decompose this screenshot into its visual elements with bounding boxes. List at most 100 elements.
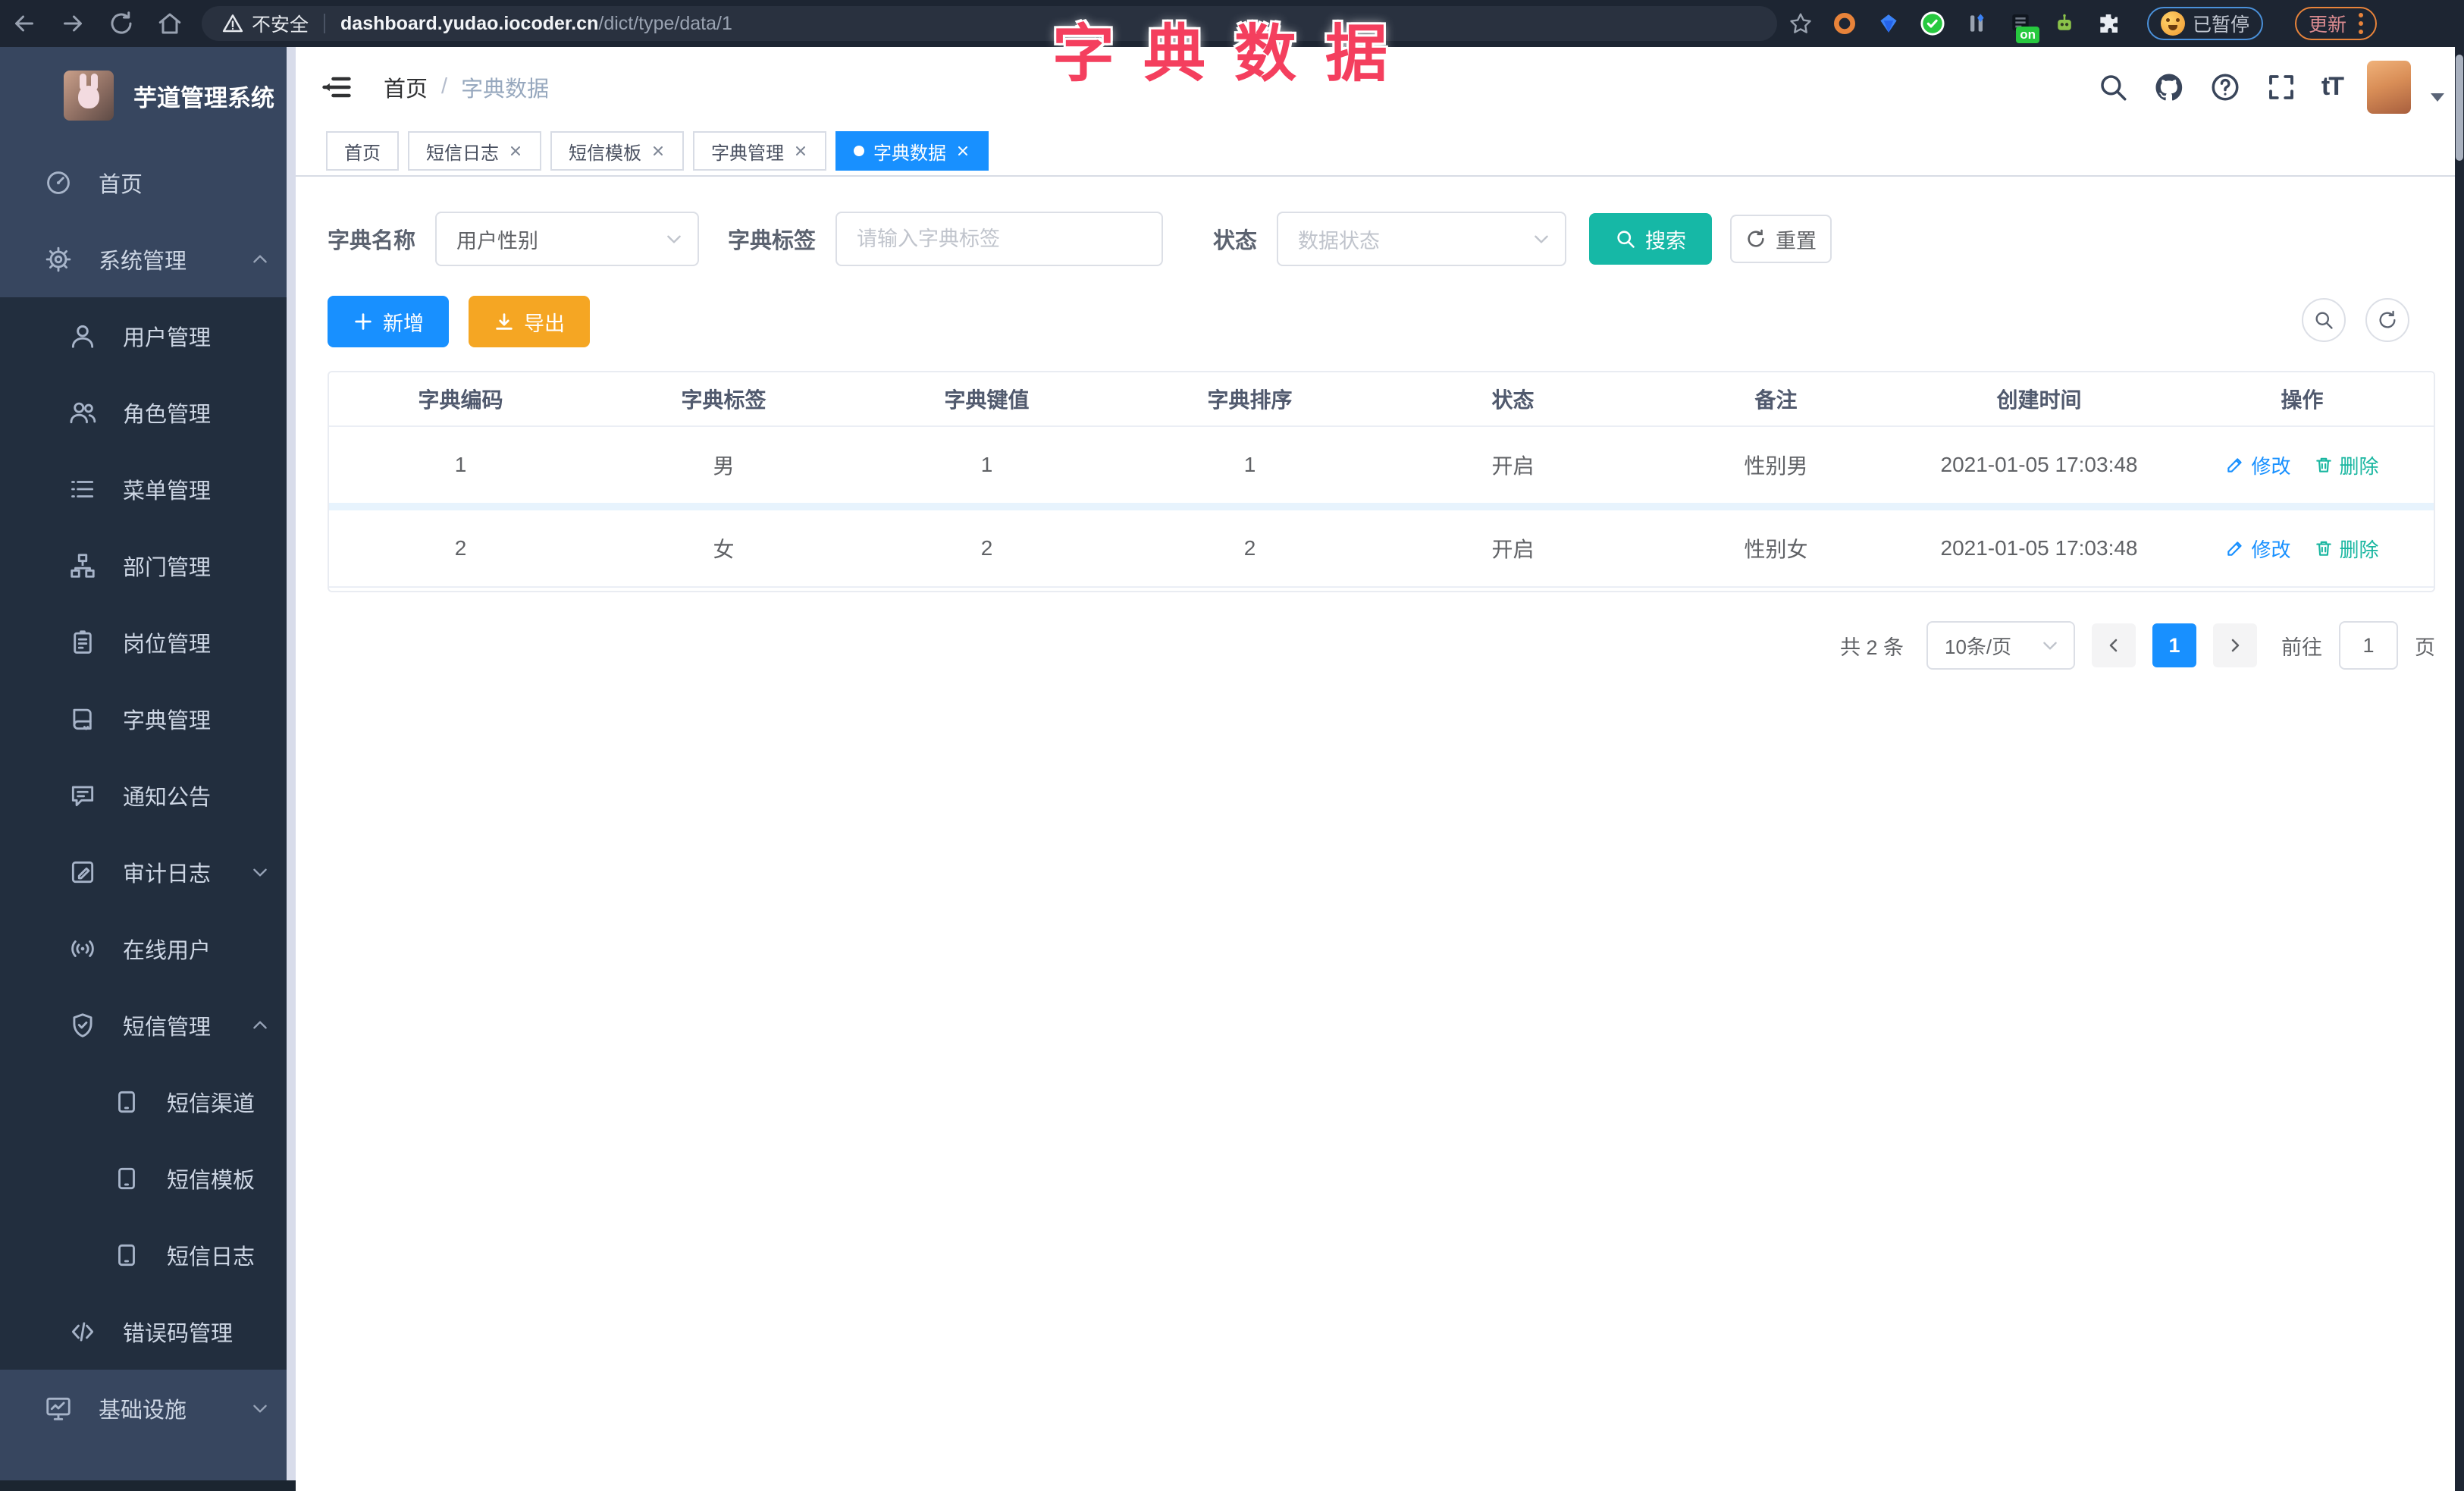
tab-dict-manage[interactable]: 字典管理 [693,131,826,171]
edit-link[interactable]: 修改 [2225,535,2291,563]
sidebar-item-label: 错误码管理 [123,1321,234,1346]
table-toolbar: 新增 导出 [328,296,2434,347]
sidebar-item-label: 部门管理 [123,555,212,580]
sidebar-item-label: 系统管理 [99,249,187,274]
tab-close-icon[interactable] [793,143,808,159]
reset-button[interactable]: 重置 [1730,215,1832,263]
table-bottom-border [329,586,2434,591]
font-size-icon[interactable]: tT [2321,72,2344,102]
sidebar-collapse-icon[interactable] [320,71,353,104]
fullscreen-icon[interactable] [2265,71,2297,103]
bookmark-star-icon[interactable] [1788,11,1814,36]
reload-icon[interactable] [108,10,135,37]
address-bar[interactable]: 不安全 dashboard.yudao.iocoder.cn /dict/typ… [202,6,1777,41]
sidebar-item-menus[interactable]: 菜单管理 [0,450,296,527]
dict-name-select[interactable]: 用户性别 [435,212,700,266]
tab-sms-template[interactable]: 短信模板 [550,131,684,171]
export-button[interactable]: 导出 [469,296,590,347]
sidebar-scrollbar[interactable] [287,47,296,1491]
delete-link[interactable]: 删除 [2314,451,2379,479]
user-menu-caret-icon[interactable] [2431,93,2444,102]
edit-link[interactable]: 修改 [2225,451,2291,479]
cell-tag: 男 [713,454,735,478]
profile-paused-button[interactable]: 已暂停 [2147,7,2264,40]
table-tools [2302,298,2409,342]
home-icon[interactable] [156,10,183,37]
page-size-select[interactable]: 10条/页 [1926,621,2075,670]
tab-dict-data[interactable]: 字典数据 [835,131,989,171]
extension-green-check-icon[interactable] [1920,11,1945,36]
back-icon[interactable] [11,10,38,37]
sidebar-item-notice[interactable]: 通知公告 [0,757,296,833]
sidebar-item-system[interactable]: 系统管理 [0,221,296,297]
not-secure-label: 不安全 [252,14,309,36]
tags-view-bar: 首页 短信日志 短信模板 字典管理 字典数据 [296,127,2464,177]
forward-icon[interactable] [59,10,86,37]
sidebar-item-sms[interactable]: 短信管理 [0,987,296,1063]
tab-close-icon[interactable] [955,143,970,159]
sidebar-item-sms-channel[interactable]: 短信渠道 [0,1063,296,1140]
cell-remark: 性别女 [1744,538,1808,561]
search-icon[interactable] [2097,71,2129,103]
tab-sms-log[interactable]: 短信日志 [408,131,541,171]
tab-close-icon[interactable] [650,143,666,159]
sidebar-menu: 首页 系统管理 用户管理 角色管理 菜单管理 部门管理 岗位管理 字典管理 通知… [0,144,296,1446]
sidebar-item-users[interactable]: 用户管理 [0,297,296,374]
sidebar-item-sms-log[interactable]: 短信日志 [0,1216,296,1293]
cell-create-time: 2021-01-05 17:03:48 [1940,536,2138,560]
page-scrollbar-thumb[interactable] [2456,55,2463,161]
dict-tag-input[interactable] [857,227,1143,251]
page-content: 字典名称 用户性别 字典标签 状态 数据状态 搜索 重置 [296,177,2464,670]
page-number-button[interactable]: 1 [2152,623,2196,667]
sidebar-item-posts[interactable]: 岗位管理 [0,604,296,680]
browser-menu-kebab-icon[interactable] [2359,13,2364,34]
status-select[interactable]: 数据状态 [1277,212,1567,266]
sidebar-item-roles[interactable]: 角色管理 [0,374,296,450]
prev-page-button[interactable] [2092,623,2136,667]
gear-icon [44,245,73,274]
user-avatar[interactable] [2367,60,2411,114]
dict-tag-field[interactable] [835,212,1164,266]
breadcrumb: 首页 / 字典数据 [384,71,549,103]
sidebar-item-infrastructure[interactable]: 基础设施 [0,1370,296,1446]
github-icon[interactable] [2153,71,2185,103]
cell-value: 1 [980,453,993,476]
page-scrollbar[interactable] [2455,47,2464,1491]
sidebar-item-departments[interactable]: 部门管理 [0,527,296,604]
extension-sliders-icon[interactable] [1964,11,1989,36]
sidebar-item-label: 角色管理 [123,402,212,427]
divider [324,14,326,33]
refresh-table-button[interactable] [2365,298,2409,342]
sidebar-item-audit-log[interactable]: 审计日志 [0,833,296,910]
extension-on-badge-icon[interactable]: on [2008,11,2039,43]
goto-page-input[interactable] [2339,621,2398,670]
breadcrumb-home[interactable]: 首页 [384,71,428,103]
on-badge: on [2016,27,2039,43]
column-header: 操作 [2281,388,2324,412]
sidebar-item-dict[interactable]: 字典管理 [0,680,296,757]
cell-sort: 1 [1243,453,1256,476]
extension-robot-icon[interactable] [2052,11,2077,36]
extension-blue-gem-icon[interactable] [1876,11,1901,36]
sidebar-item-error-code[interactable]: 错误码管理 [0,1293,296,1370]
search-button[interactable]: 搜索 [1589,213,1713,265]
hide-search-button[interactable] [2302,298,2346,342]
tab-home[interactable]: 首页 [326,131,399,171]
add-button[interactable]: 新增 [328,296,449,347]
sidebar-item-sms-template[interactable]: 短信模板 [0,1140,296,1216]
sidebar-item-online-users[interactable]: 在线用户 [0,910,296,987]
tab-close-icon[interactable] [508,143,523,159]
status-placeholder: 数据状态 [1298,229,1381,253]
delete-link[interactable]: 删除 [2314,535,2379,563]
column-header: 备注 [1754,388,1798,412]
browser-update-button[interactable]: 更新 [2295,7,2378,40]
dict-data-table: 字典编码 字典标签 字典键值 字典排序 状态 备注 创建时间 操作 1 男 1 … [328,371,2435,592]
sidebar-logo[interactable]: 芋道管理系统 [0,47,296,144]
search-icon [1615,228,1636,250]
extensions-puzzle-icon[interactable] [2096,11,2121,36]
status-label: 状态 [1213,229,1258,253]
sidebar-item-home[interactable]: 首页 [0,144,296,221]
next-page-button[interactable] [2213,623,2257,667]
help-icon[interactable] [2209,71,2241,103]
extension-orange-ring-icon[interactable] [1832,11,1857,36]
